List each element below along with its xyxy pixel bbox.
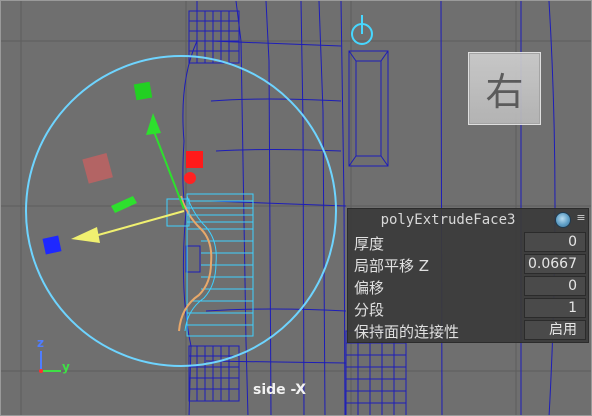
attr-row-divisions[interactable]: 分段 1 <box>351 298 586 319</box>
x-axis-handle[interactable] <box>186 151 203 168</box>
attr-value-field[interactable]: 1 <box>524 298 586 318</box>
attr-row-offset[interactable]: 偏移 0 <box>351 276 586 297</box>
attr-row-local-translate-z[interactable]: 局部平移 Z 0.0667 <box>351 254 586 275</box>
z-axis-handle[interactable] <box>42 235 62 255</box>
y-axis-arrow[interactable] <box>146 113 161 135</box>
node-name: polyExtrudeFace3 <box>380 212 516 228</box>
view-cube-face-label[interactable]: 右 <box>469 61 540 116</box>
menu-lines-icon[interactable]: ≡ <box>574 210 588 226</box>
axis-y-label: y <box>62 360 70 374</box>
plane-handle[interactable] <box>111 196 137 213</box>
attr-value-field[interactable]: 启用 <box>524 320 586 340</box>
axis-gizmo <box>39 351 61 373</box>
attr-row-thickness[interactable]: 厚度 0 <box>351 232 586 253</box>
yz-plane-handle[interactable] <box>82 153 113 184</box>
z-axis-arrow[interactable] <box>71 227 100 243</box>
y-axis-handle[interactable] <box>133 81 153 101</box>
view-label: side -X <box>253 382 306 398</box>
attr-label: 分段 <box>354 301 385 319</box>
attr-label: 局部平移 Z <box>354 257 430 275</box>
attr-value-field[interactable]: 0.0667 <box>524 254 586 274</box>
attr-label: 偏移 <box>354 279 385 297</box>
selected-extrude-face[interactable] <box>166 193 254 337</box>
x-axis-ball[interactable] <box>184 172 196 184</box>
z-axis-line <box>90 210 185 238</box>
light-icon[interactable] <box>351 15 373 45</box>
attr-label: 厚度 <box>354 235 385 253</box>
view-cube[interactable]: 右 <box>468 52 541 125</box>
attr-row-keep-faces-together[interactable]: 保持面的连接性 启用 <box>351 320 586 341</box>
in-view-attribute-panel[interactable]: polyExtrudeFace3 ≡ 厚度 0 局部平移 Z 0.0667 偏移… <box>347 208 589 343</box>
y-axis-line <box>152 128 185 210</box>
attr-value-field[interactable]: 0 <box>524 276 586 296</box>
attr-value-field[interactable]: 0 <box>524 232 586 252</box>
viewport-side-view[interactable]: z y 右 polyExtrudeFace3 ≡ 厚度 0 局部平移 Z 0.0… <box>0 0 592 416</box>
node-sphere-icon[interactable] <box>555 212 571 228</box>
axis-z-label: z <box>37 336 44 350</box>
attr-label: 保持面的连接性 <box>354 323 460 341</box>
